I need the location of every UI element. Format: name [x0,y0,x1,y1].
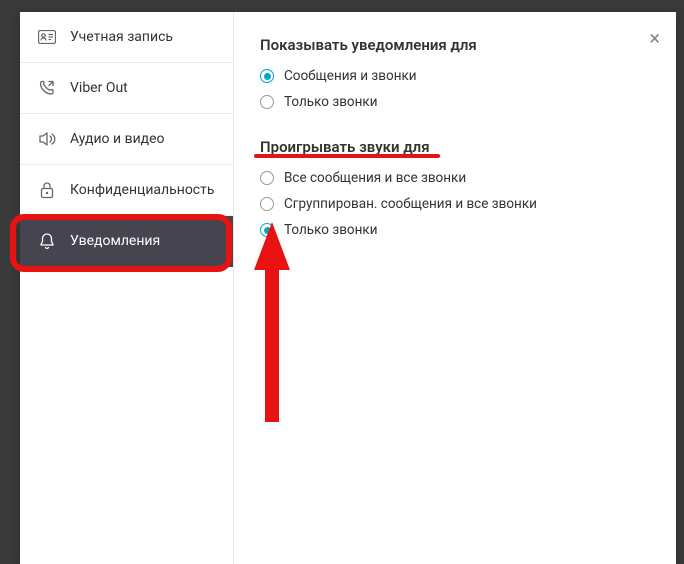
radio-messages-and-calls[interactable]: Сообщения и звонки [260,68,650,84]
sidebar-item-privacy[interactable]: Конфиденциальность [20,165,233,216]
radio-all-messages-calls[interactable]: Все сообщения и все звонки [260,170,650,186]
annotation-underline [254,154,440,158]
phone-out-icon [38,79,56,97]
sidebar-item-label: Уведомления [70,233,160,249]
section-play-sounds: Проигрывать звуки для Все сообщения и вс… [260,138,650,238]
sidebar-item-account[interactable]: Учетная запись [20,12,233,63]
section-title: Показывать уведомления для [260,36,650,54]
radio-indicator [260,197,274,211]
radio-label: Сообщения и звонки [284,68,417,84]
radio-indicator [260,95,274,109]
settings-sidebar: Учетная запись Viber Out Аудио и видео К… [20,12,234,564]
radio-label: Только звонки [284,222,378,238]
bell-icon [38,232,56,250]
radio-indicator [260,171,274,185]
sidebar-item-label: Viber Out [70,80,128,96]
lock-icon [38,181,56,199]
sidebar-item-label: Аудио и видео [70,131,165,147]
sidebar-item-label: Учетная запись [70,29,173,45]
sidebar-item-viber-out[interactable]: Viber Out [20,63,233,114]
settings-content: × Показывать уведомления для Сообщения и… [234,12,676,564]
radio-grouped-messages-calls[interactable]: Сгруппирован. сообщения и все звонки [260,196,650,212]
close-button[interactable]: × [649,28,660,48]
radio-label: Сгруппирован. сообщения и все звонки [284,196,537,212]
radio-label: Все сообщения и все звонки [284,170,466,186]
id-card-icon [38,28,56,46]
sidebar-item-audio-video[interactable]: Аудио и видео [20,114,233,165]
radio-only-calls[interactable]: Только звонки [260,94,650,110]
radio-label: Только звонки [284,94,378,110]
settings-modal: Учетная запись Viber Out Аудио и видео К… [20,12,676,564]
section-show-notifications: Показывать уведомления для Сообщения и з… [260,36,650,110]
sidebar-item-notifications[interactable]: Уведомления [20,216,233,267]
radio-sounds-only-calls[interactable]: Только звонки [260,222,650,238]
speaker-icon [38,130,56,148]
radio-indicator [260,223,274,237]
radio-indicator [260,69,274,83]
sidebar-item-label: Конфиденциальность [70,182,214,198]
